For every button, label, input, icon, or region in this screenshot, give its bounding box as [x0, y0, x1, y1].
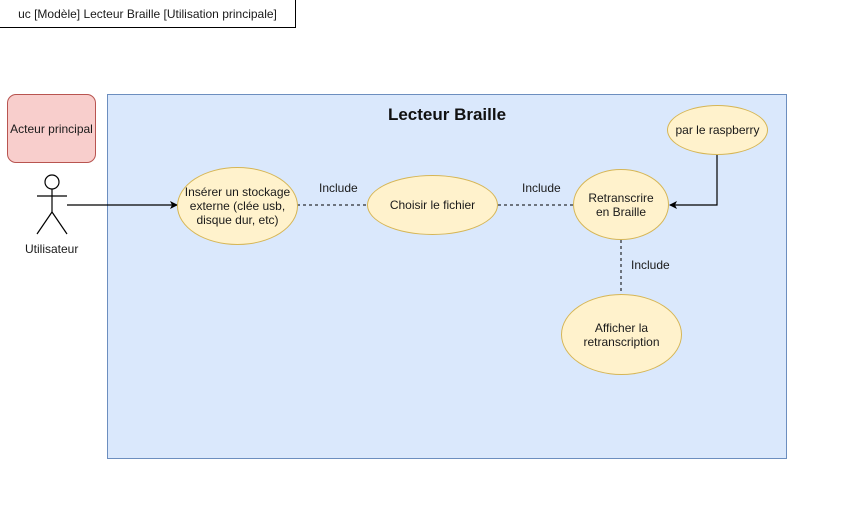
actor-figure[interactable] — [36, 174, 68, 235]
actor-name: Utilisateur — [25, 242, 79, 256]
include-label-1: Include — [319, 181, 358, 195]
association-raspberry-transcribe — [669, 154, 718, 209]
include-label-3: Include — [631, 258, 670, 272]
usecase-display-transcription[interactable]: Afficher la retranscription — [561, 294, 682, 375]
include-label-2: Include — [522, 181, 561, 195]
connectors-layer — [36, 154, 718, 295]
usecase-insert-storage[interactable]: Insérer un stockage externe (clée usb, d… — [177, 167, 298, 245]
usecase-by-raspberry[interactable]: par le raspberry — [667, 105, 768, 155]
usecase-choose-file[interactable]: Choisir le fichier — [367, 175, 498, 235]
usecase-transcribe-braille[interactable]: Retranscrire en Braille — [573, 169, 669, 240]
